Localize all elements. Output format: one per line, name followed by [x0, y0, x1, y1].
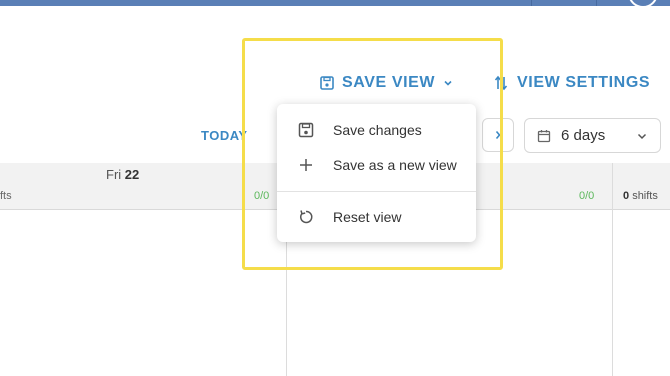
- menu-item-label: Save as a new view: [333, 157, 457, 173]
- top-app-bar: [0, 0, 670, 8]
- shifts-count-label: 0 shifts: [623, 190, 658, 202]
- top-bar-divider: [531, 0, 532, 6]
- plus-icon: [297, 156, 315, 174]
- calendar-icon: [537, 129, 551, 143]
- shifts-count-number: 0: [623, 190, 630, 202]
- shift-count-badge: 0/0: [579, 190, 595, 202]
- view-settings-button[interactable]: VIEW SETTINGS: [493, 74, 650, 92]
- menu-item-reset-view[interactable]: Reset view: [277, 200, 476, 234]
- day-number: 22: [124, 167, 140, 182]
- day-header-fri: Fri 22: [106, 167, 139, 182]
- save-icon: [297, 121, 315, 139]
- menu-divider: [277, 191, 476, 192]
- save-view-menu: Save changes Save as a new view Reset vi…: [277, 104, 476, 242]
- save-view-label: SAVE VIEW: [342, 74, 436, 91]
- days-range-value: 6 days: [561, 127, 606, 144]
- save-view-button[interactable]: SAVE VIEW: [320, 74, 453, 92]
- top-bar-divider: [596, 0, 597, 6]
- avatar[interactable]: [628, 0, 658, 8]
- today-button[interactable]: TODAY: [201, 128, 248, 143]
- menu-item-label: Reset view: [333, 209, 402, 225]
- sliders-icon: [493, 75, 509, 91]
- day-name: Fri: [106, 167, 122, 182]
- save-icon: [320, 76, 334, 90]
- view-settings-label: VIEW SETTINGS: [517, 74, 651, 91]
- menu-item-label: Save changes: [333, 122, 422, 138]
- chevron-down-icon: [636, 130, 648, 142]
- day-column-divider: [612, 163, 613, 376]
- menu-item-save-changes[interactable]: Save changes: [277, 113, 476, 147]
- chevron-down-icon: [443, 78, 453, 88]
- shifts-count-word: shifts: [632, 190, 658, 202]
- shifts-count-label: fts: [0, 190, 12, 202]
- shift-count-badge: 0/0: [254, 190, 270, 202]
- next-period-button[interactable]: [482, 118, 514, 152]
- days-range-select[interactable]: 6 days: [524, 118, 661, 153]
- chevron-right-icon: [493, 129, 503, 141]
- reset-icon: [297, 208, 315, 226]
- menu-item-save-as-new-view[interactable]: Save as a new view: [277, 148, 476, 182]
